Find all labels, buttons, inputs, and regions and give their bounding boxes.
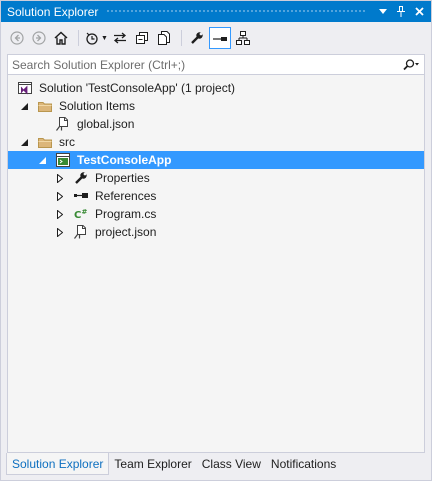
tree-item-project-json[interactable]: project.json: [8, 223, 424, 241]
bottom-tab-strip: Solution Explorer Team Explorer Class Vi…: [1, 453, 431, 480]
close-icon[interactable]: [411, 4, 427, 20]
collapsed-triangle-icon[interactable]: [55, 173, 65, 183]
title-grip[interactable]: [106, 9, 367, 14]
dropdown-arrow-icon[interactable]: [375, 4, 391, 20]
tree-item-properties[interactable]: Properties: [8, 169, 424, 187]
tree-item-label: Solution 'TestConsoleApp' (1 project): [39, 81, 236, 95]
search-input[interactable]: [8, 57, 398, 72]
tree-item-label: src: [59, 135, 75, 149]
svg-text:#: #: [82, 208, 88, 216]
tree-item-global-json[interactable]: global.json: [8, 115, 424, 133]
toolbar-separator: [78, 30, 79, 46]
search-icon[interactable]: [398, 55, 424, 74]
tab-solution-explorer[interactable]: Solution Explorer: [6, 453, 110, 475]
tab-class-view[interactable]: Class View: [197, 453, 266, 475]
tree-item-label: project.json: [95, 225, 157, 239]
collapsed-triangle-icon[interactable]: [55, 209, 65, 219]
expanded-triangle-icon[interactable]: [19, 101, 29, 111]
tree-item-solution[interactable]: Solution 'TestConsoleApp' (1 project): [8, 79, 424, 97]
window-title: Solution Explorer: [7, 4, 99, 19]
tab-notifications[interactable]: Notifications: [266, 453, 341, 475]
wrench-icon: [73, 170, 89, 186]
preview-selected-icon[interactable]: [208, 27, 231, 49]
collapsed-triangle-icon[interactable]: [55, 191, 65, 201]
folder-icon: [37, 98, 53, 114]
solution-icon: [17, 80, 33, 96]
search-box: [7, 54, 425, 75]
forward-icon[interactable]: [29, 27, 49, 49]
folder-icon: [37, 134, 53, 150]
sync-icon[interactable]: [110, 27, 130, 49]
tree-item-src[interactable]: src: [8, 133, 424, 151]
tree-item-label: global.json: [77, 117, 135, 131]
solution-tree: Solution 'TestConsoleApp' (1 project) So…: [7, 75, 425, 453]
tree-item-label: Solution Items: [59, 99, 136, 113]
class-diagram-icon[interactable]: [233, 27, 253, 49]
svg-text:C: C: [74, 210, 81, 221]
toolbar-separator: [180, 30, 182, 46]
project-icon: [55, 152, 71, 168]
csharp-file-icon: C #: [73, 206, 89, 222]
tree-item-label: Program.cs: [95, 207, 157, 221]
tree-item-solution-items[interactable]: Solution Items: [8, 97, 424, 115]
collapse-all-icon[interactable]: [132, 27, 152, 49]
tree-item-program-cs[interactable]: C # Program.cs: [8, 205, 424, 223]
pin-icon[interactable]: [393, 4, 409, 20]
properties-icon[interactable]: [187, 27, 207, 49]
back-icon[interactable]: [7, 27, 27, 49]
solution-explorer-window: Solution Explorer ▼ Search Solution Expl…: [0, 0, 432, 481]
tree-item-label: Properties: [95, 171, 150, 185]
show-all-files-icon[interactable]: [154, 27, 174, 49]
home-icon[interactable]: [51, 27, 71, 49]
tree-item-label: TestConsoleApp: [77, 153, 172, 167]
tree-item-references[interactable]: References: [8, 187, 424, 205]
collapsed-triangle-icon[interactable]: [55, 227, 65, 237]
title-bar[interactable]: Solution Explorer: [1, 1, 431, 22]
tree-item-label: References: [95, 189, 157, 203]
tab-team-explorer[interactable]: Team Explorer: [109, 453, 196, 475]
expanded-triangle-icon[interactable]: [19, 137, 29, 147]
expanded-triangle-icon[interactable]: [37, 155, 47, 165]
json-file-icon: [55, 116, 71, 132]
toolbar: ▼: [1, 23, 431, 53]
tree-item-testconsoleapp[interactable]: TestConsoleApp: [8, 151, 424, 169]
pending-changes-filter-icon[interactable]: ▼: [84, 27, 108, 49]
references-icon: [73, 188, 89, 204]
json-file-icon: [73, 224, 89, 240]
